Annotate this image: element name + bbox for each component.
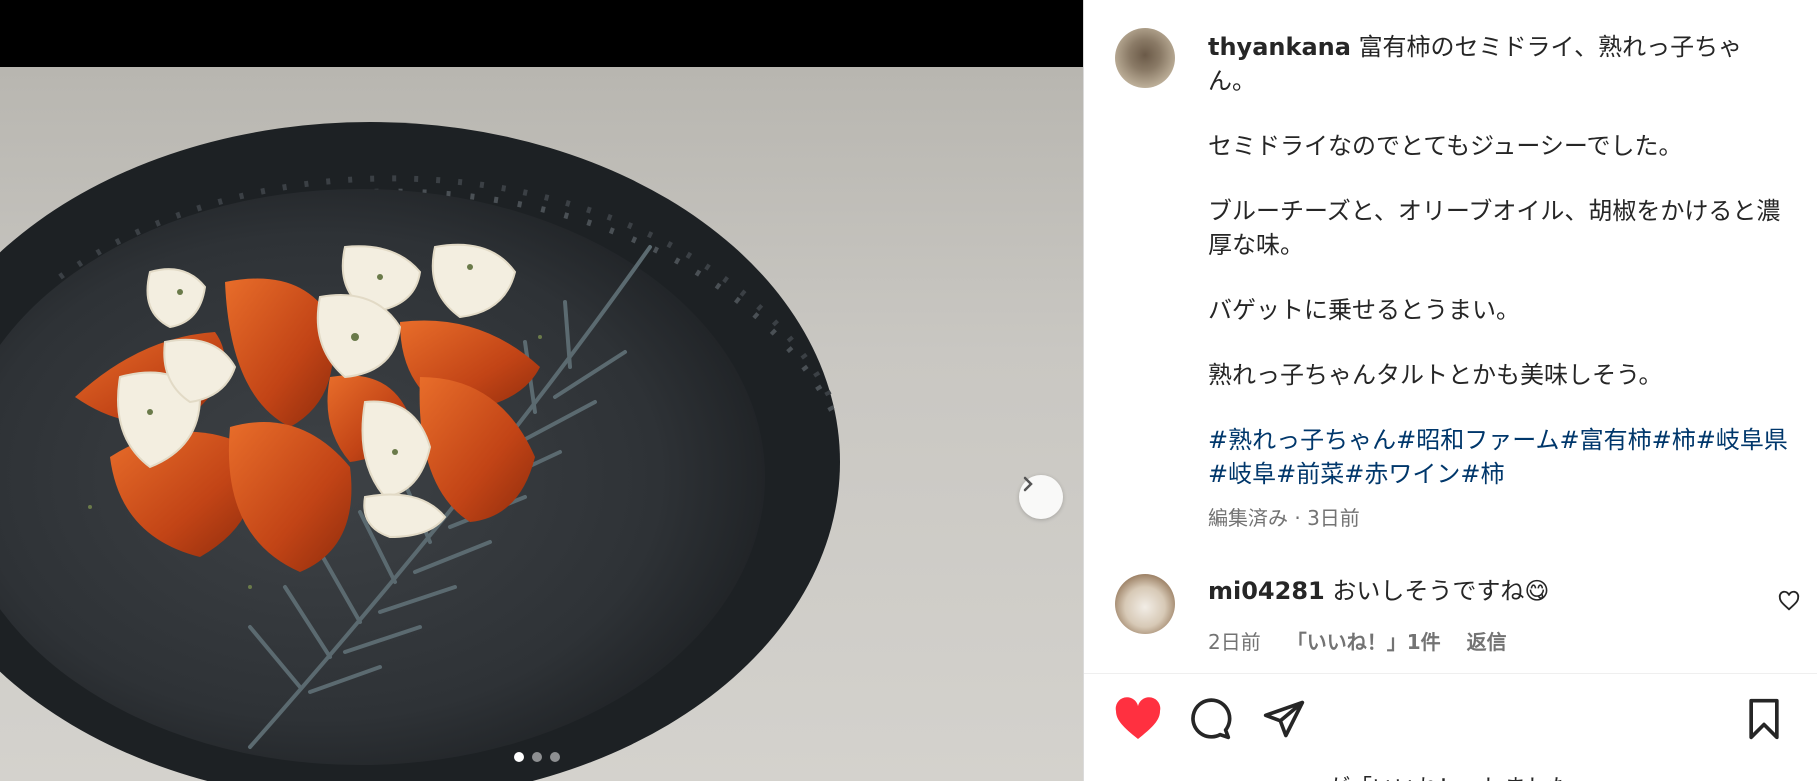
comment-username[interactable]: mi04281	[1208, 577, 1325, 605]
hashtag-link[interactable]: #柿	[1460, 460, 1504, 488]
post-photo	[0, 67, 1083, 781]
carousel-dot-1[interactable]	[514, 752, 524, 762]
hashtag-link[interactable]: #赤ワイン	[1344, 460, 1460, 488]
hashtag-link[interactable]: #岐阜	[1208, 460, 1276, 488]
carousel-dot-2[interactable]	[532, 752, 542, 762]
comment: mi04281 おいしそうですね😋	[1208, 574, 1768, 608]
comment-meta: 2日前 「いいね！」1件 返信	[1208, 626, 1507, 655]
post-side-panel: thyankana 富有柿のセミドライ、熟れっ子ちゃん。 セミドライなのでとても…	[1083, 0, 1817, 781]
caption-paragraph: バゲットに乗せるとうまい。	[1208, 296, 1520, 324]
hashtag-link[interactable]: #柿	[1652, 426, 1696, 454]
comment-icon	[1191, 698, 1232, 740]
avatar[interactable]	[1115, 28, 1175, 88]
caption-paragraph: 熟れっ子ちゃんタルトとかも美味しそう。	[1208, 361, 1663, 389]
hashtag-link[interactable]: #岐阜県	[1696, 426, 1788, 454]
avatar[interactable]	[1115, 574, 1175, 634]
carousel-indicator	[514, 752, 560, 762]
comment-time: 2日前	[1208, 630, 1261, 654]
post-caption: thyankana 富有柿のセミドライ、熟れっ子ちゃん。 セミドライなのでとても…	[1208, 30, 1788, 491]
likes-summary: …が「いいね！」しました	[1306, 770, 1570, 781]
heart-outline-icon	[1778, 590, 1800, 611]
post-actions	[1114, 697, 1788, 747]
comment-button[interactable]	[1188, 697, 1232, 745]
save-button[interactable]	[1742, 697, 1786, 745]
chevron-right-icon	[1023, 476, 1033, 492]
divider	[1084, 673, 1817, 674]
hashtag-link[interactable]: #富有柿	[1560, 426, 1652, 454]
hashtag-link[interactable]: #昭和ファーム	[1396, 426, 1559, 454]
paper-plane-icon	[1263, 700, 1305, 738]
reply-button[interactable]: 返信	[1467, 626, 1507, 655]
hashtag-link[interactable]: #前菜	[1276, 460, 1344, 488]
caption-edited-time: 編集済み · 3日前	[1208, 506, 1360, 530]
caption-paragraph: ブルーチーズと、オリーブオイル、胡椒をかけると濃厚な味。	[1208, 197, 1781, 259]
carousel-next-button[interactable]	[1019, 475, 1063, 519]
hashtag-link[interactable]: #熟れっ子ちゃん	[1208, 426, 1396, 454]
bookmark-icon	[1749, 698, 1779, 740]
heart-filled-icon	[1115, 697, 1161, 739]
comment-text: おいしそうですね😋	[1332, 577, 1550, 605]
caption-username[interactable]: thyankana	[1208, 33, 1351, 61]
caption-paragraph: セミドライなのでとてもジューシーでした。	[1208, 132, 1683, 160]
post-media	[0, 0, 1083, 781]
comment-likes-count[interactable]: 「いいね！」1件	[1287, 626, 1441, 655]
food-photo-illustration	[0, 122, 843, 781]
carousel-dot-3[interactable]	[550, 752, 560, 762]
comment-like-button[interactable]	[1778, 590, 1800, 616]
like-button[interactable]	[1114, 697, 1162, 745]
share-button[interactable]	[1262, 697, 1306, 745]
hashtag-list: #熟れっ子ちゃん#昭和ファーム#富有柿#柿#岐阜県#岐阜#前菜#赤ワイン#柿	[1208, 423, 1788, 491]
